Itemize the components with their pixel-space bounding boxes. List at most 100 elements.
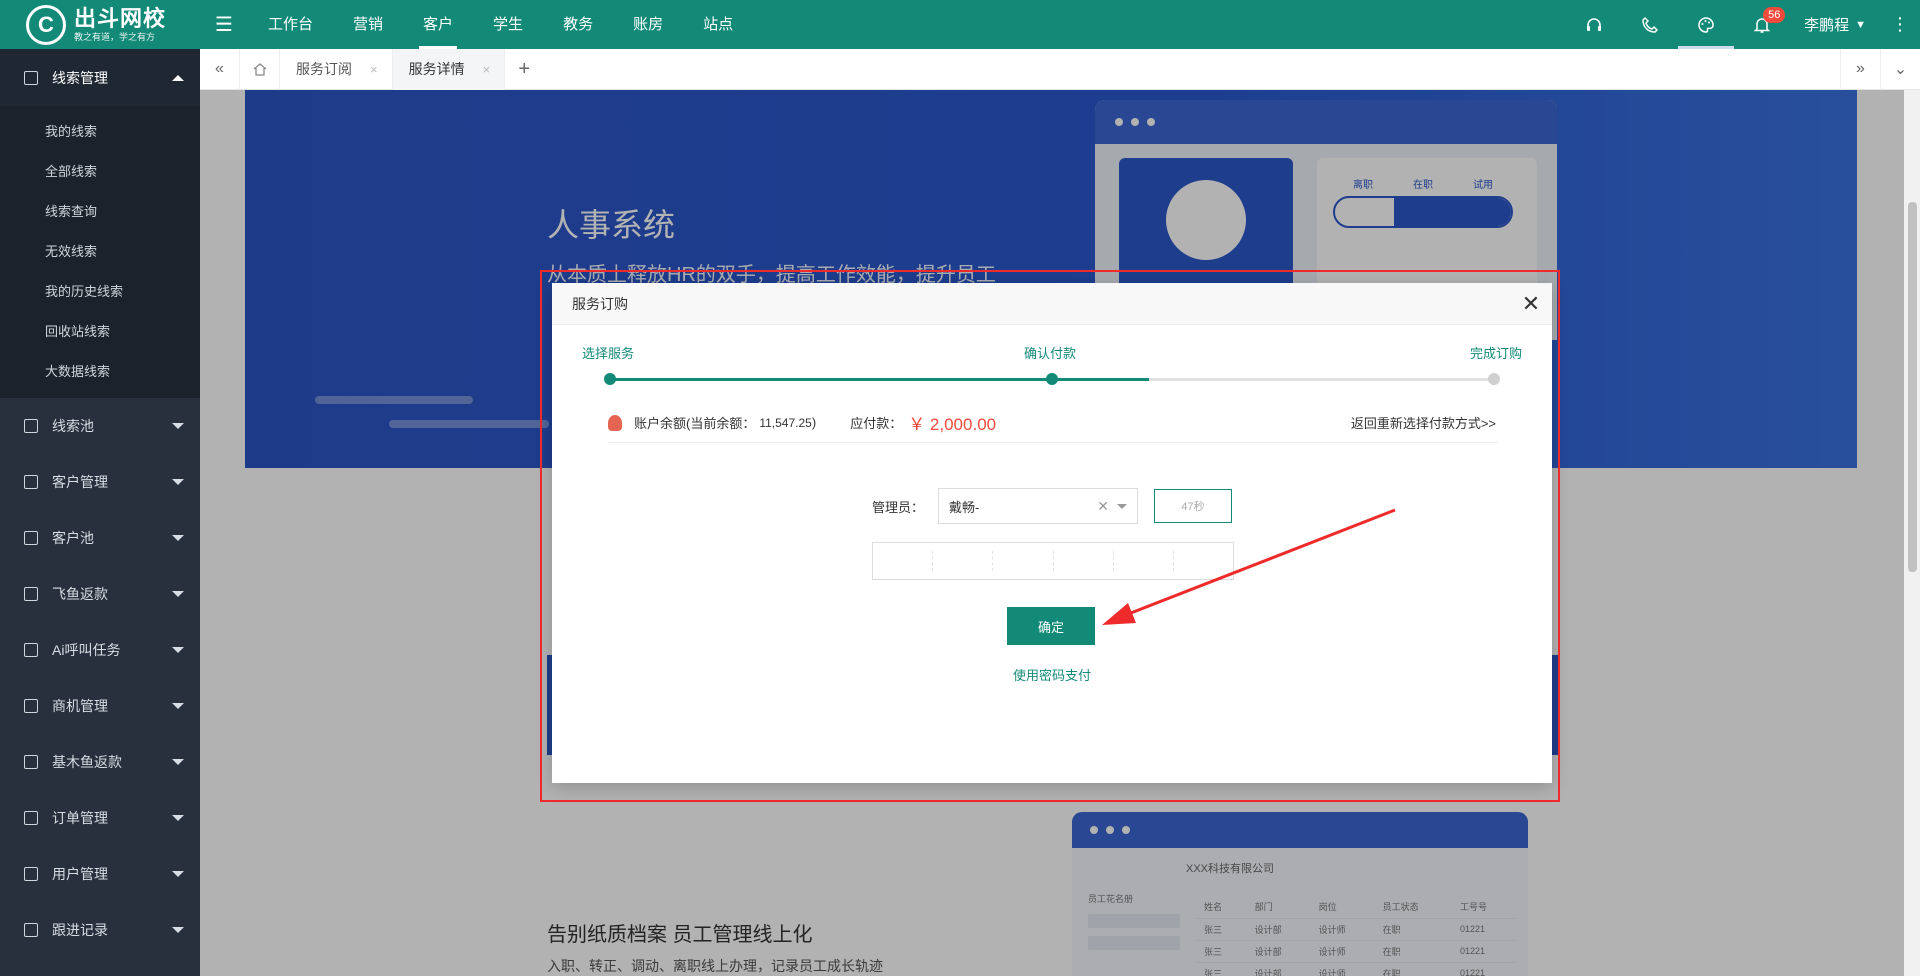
order-steps: 选择服务 确认付款 完成订购 (582, 343, 1522, 393)
user-name: 李鹏程 (1804, 17, 1850, 34)
document-icon (24, 531, 38, 545)
code-digit-cell[interactable] (1174, 551, 1233, 571)
payable-amount: ￥ 2,000.00 (908, 415, 997, 434)
close-icon[interactable]: ✕ (1510, 283, 1552, 325)
step-label-select-service: 选择服务 (582, 346, 635, 361)
notification-badge: 56 (1763, 7, 1786, 23)
sidebar-group-opportunity[interactable]: 商机管理 (0, 678, 200, 734)
service-order-dialog: 服务订购 ✕ 选择服务 确认付款 完成订购 账户余额(当前余额： 11,547.… (552, 283, 1552, 783)
sidebar-group-label: 飞鱼返款 (52, 586, 108, 602)
sidebar-group-customer-pool[interactable]: 客户池 (0, 510, 200, 566)
balance-label: 账户余额(当前余额： (634, 416, 756, 431)
step-label-complete-order: 完成订购 (1469, 346, 1522, 361)
dialog-header: 服务订购 ✕ (552, 283, 1552, 325)
code-digit-cell[interactable] (1114, 551, 1174, 571)
sidebar-item-bigdata-leads[interactable]: 大数据线索 (0, 352, 200, 392)
top-nav: 工作台 营销 客户 学生 教务 账房 站点 (248, 0, 753, 49)
document-icon (24, 867, 38, 881)
brand-logo[interactable]: C 出斗网校 教之有道，学之有方 (0, 0, 200, 49)
step-dot-done (604, 373, 616, 385)
close-icon[interactable]: × (370, 62, 378, 77)
double-chevron-left-icon[interactable]: « (200, 48, 240, 90)
chevron-down-icon (172, 703, 184, 709)
sidebar-group-label: 跟进记录 (52, 922, 108, 938)
sidebar: 线索管理 我的线索 全部线索 线索查询 无效线索 我的历史线索 回收站线索 大数… (0, 49, 200, 976)
menu-toggle-icon[interactable]: ☰ (200, 12, 248, 37)
sidebar-group-lead-pool[interactable]: 线索池 (0, 398, 200, 454)
home-icon[interactable] (240, 48, 280, 90)
double-chevron-right-icon[interactable]: » (1840, 48, 1880, 90)
sidebar-group-ai-call-task[interactable]: Ai呼叫任务 (0, 622, 200, 678)
nav-item-workbench[interactable]: 工作台 (248, 0, 333, 49)
admin-select[interactable]: 戴畅- ✕ (938, 488, 1139, 524)
sidebar-item-all-leads[interactable]: 全部线索 (0, 152, 200, 192)
brand-name: 出斗网校 (74, 5, 167, 31)
scrollbar-thumb[interactable] (1908, 202, 1917, 572)
sidebar-item-history-leads[interactable]: 我的历史线索 (0, 272, 200, 312)
sidebar-group-label: 用户管理 (52, 866, 108, 882)
chevron-down-icon (172, 815, 184, 821)
admin-label: 管理员： (872, 499, 925, 515)
sidebar-group-follow-up[interactable]: 跟进记录 (0, 902, 200, 958)
sidebar-group-lead-management[interactable]: 线索管理 (0, 49, 200, 106)
tab-label: 服务详情 (408, 61, 465, 77)
chevron-down-icon (172, 591, 184, 597)
document-icon (24, 699, 38, 713)
chevron-down-icon (1117, 503, 1128, 509)
sidebar-item-recycle-leads[interactable]: 回收站线索 (0, 312, 200, 352)
password-pay-link[interactable]: 使用密码支付 (552, 665, 1552, 684)
sidebar-group-jimuyu-refund[interactable]: 基木鱼返款 (0, 734, 200, 790)
sidebar-group-user-management[interactable]: 用户管理 (0, 846, 200, 902)
tab-label: 服务订阅 (296, 61, 352, 77)
verification-code-input[interactable] (872, 542, 1234, 580)
sidebar-group-feiyu-refund[interactable]: 飞鱼返款 (0, 566, 200, 622)
close-icon[interactable]: × (483, 62, 491, 77)
tab-service-subscription[interactable]: 服务订阅 × (280, 48, 393, 90)
sidebar-item-lead-query[interactable]: 线索查询 (0, 192, 200, 232)
sidebar-group-order-management[interactable]: 订单管理 (0, 790, 200, 846)
code-digit-cell[interactable] (933, 551, 994, 571)
nav-item-marketing[interactable]: 营销 (333, 0, 403, 49)
bell-icon[interactable]: 56 (1734, 0, 1790, 49)
palette-icon[interactable] (1678, 0, 1735, 49)
money-bag-icon (608, 414, 622, 431)
tab-bar: « 服务订阅 × 服务详情 × + » ⌄ (200, 48, 1920, 90)
code-digit-cell[interactable] (993, 551, 1054, 571)
sidebar-item-invalid-leads[interactable]: 无效线索 (0, 232, 200, 272)
nav-item-academic[interactable]: 教务 (543, 0, 613, 49)
step-dot-current (1046, 373, 1058, 385)
sidebar-item-my-leads[interactable]: 我的线索 (0, 112, 200, 152)
code-digit-cell[interactable] (873, 551, 934, 571)
chevron-down-icon[interactable]: ⌄ (1880, 48, 1920, 90)
nav-item-student[interactable]: 学生 (473, 0, 543, 49)
payable-label: 应付款： (850, 416, 903, 431)
caret-down-icon: ▼ (1855, 18, 1866, 31)
phone-icon[interactable] (1622, 0, 1678, 49)
step-dot-pending (1488, 373, 1500, 385)
list-icon (24, 70, 38, 85)
tab-service-detail[interactable]: 服务详情 × (392, 48, 506, 90)
sms-countdown-button[interactable]: 47秒 (1154, 489, 1233, 523)
add-tab-icon[interactable]: + (505, 58, 543, 81)
reselect-payment-link[interactable]: 返回重新选择付款方式>> (1351, 413, 1496, 432)
sidebar-group-label: Ai呼叫任务 (52, 642, 121, 658)
sidebar-group-customer-management[interactable]: 客户管理 (0, 454, 200, 510)
step-label-confirm-payment: 确认付款 (1024, 346, 1077, 361)
chevron-down-icon (172, 535, 184, 541)
nav-item-site[interactable]: 站点 (683, 0, 753, 49)
code-digit-cell[interactable] (1054, 551, 1114, 571)
headset-icon[interactable] (1566, 0, 1622, 49)
step-progress-fill (610, 378, 1150, 381)
confirm-button[interactable]: 确定 (1007, 607, 1095, 645)
more-vertical-icon[interactable]: ⋮ (1880, 14, 1920, 35)
balance-close: ) (811, 415, 817, 430)
page-scrollbar[interactable] (1904, 90, 1920, 976)
nav-item-finance[interactable]: 账房 (613, 0, 683, 49)
chevron-down-icon (172, 927, 184, 933)
dialog-title: 服务订购 (572, 295, 628, 312)
document-icon (24, 643, 38, 657)
user-menu[interactable]: 李鹏程 ▼ (1790, 14, 1880, 35)
clear-icon[interactable]: ✕ (1097, 498, 1109, 515)
nav-item-customer[interactable]: 客户 (403, 0, 473, 49)
sidebar-group-label: 线索管理 (52, 69, 108, 86)
